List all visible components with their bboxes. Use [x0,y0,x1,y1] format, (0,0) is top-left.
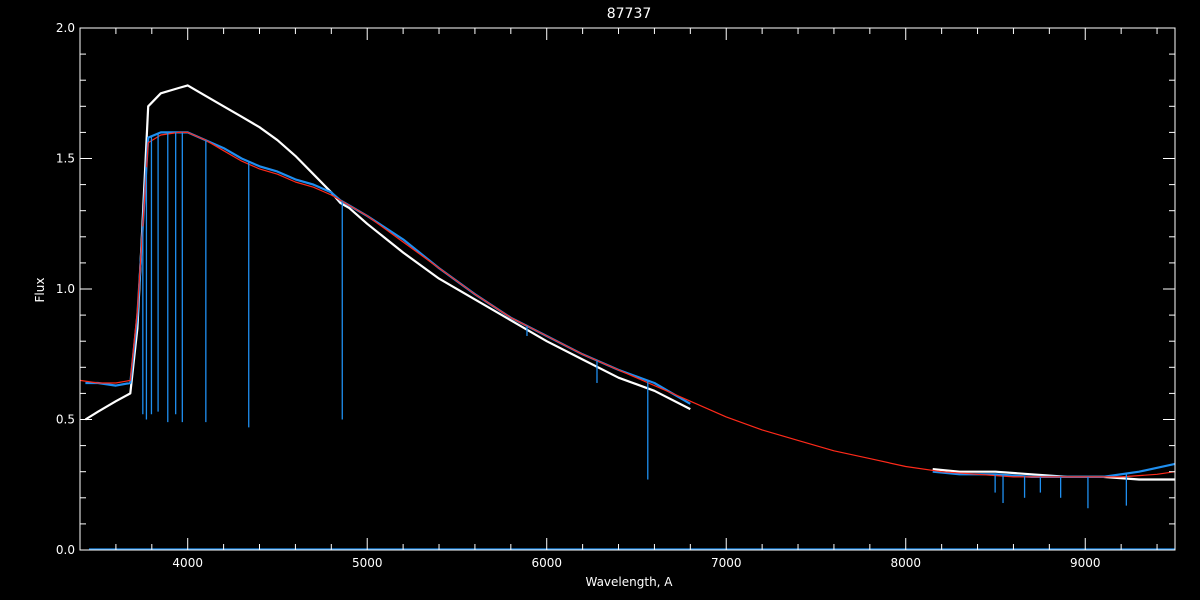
y-tick-label-3: 1.5 [56,152,75,166]
x-tick-label-8000: 8000 [890,556,921,570]
spectrum-plot: 87737 4000 5000 6000 7000 8000 9000 0.0 0.5 1.0 1… [0,0,1200,600]
y-axis-label: Flux [33,278,47,303]
x-axis-label: Wavelength, A [585,575,673,589]
plot-background [0,0,1200,600]
y-tick-label-4: 2.0 [56,21,75,35]
chart-title: 87737 [607,6,652,22]
x-tick-label-6000: 6000 [531,556,562,570]
y-tick-label-0: 0.0 [56,543,75,557]
y-tick-label-1: 0.5 [56,413,75,427]
y-tick-label-2: 1.0 [56,282,75,296]
x-tick-label-4000: 4000 [172,556,203,570]
x-tick-label-9000: 9000 [1070,556,1101,570]
x-tick-label-7000: 7000 [711,556,742,570]
x-tick-label-5000: 5000 [352,556,383,570]
